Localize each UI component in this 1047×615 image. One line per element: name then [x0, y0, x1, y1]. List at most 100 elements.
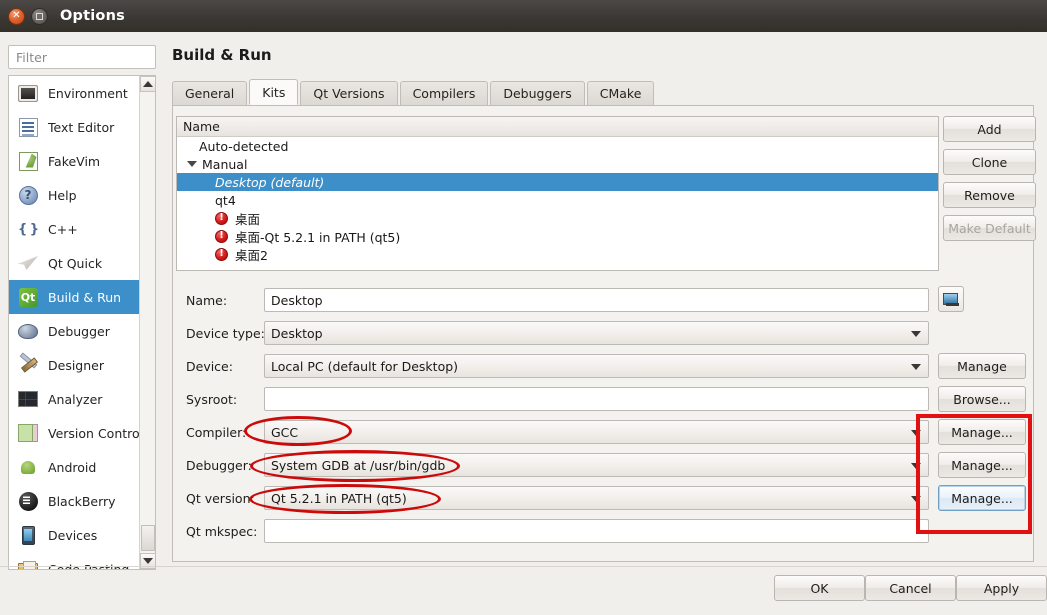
- sidebar-item-devices[interactable]: Devices: [9, 518, 140, 552]
- tab-cmake[interactable]: CMake: [586, 81, 655, 105]
- window-controls: ✕: [8, 7, 48, 25]
- kit-list-header: Name: [177, 117, 938, 137]
- form-field-value: System GDB at /usr/bin/gdb: [271, 457, 446, 473]
- tab-compilers[interactable]: Compilers: [399, 81, 489, 105]
- sidebar-item-label: Help: [48, 187, 77, 203]
- kit-list[interactable]: Name Auto-detected Manual Desktop (default…: [176, 116, 939, 271]
- sidebar-item-blackberry[interactable]: BlackBerry: [9, 484, 140, 518]
- tab-bar: General Kits Qt Versions Compilers Debuggers…: [172, 79, 1034, 106]
- sidebar-item-debugger[interactable]: Debugger: [9, 314, 140, 348]
- sidebar-scrollbar[interactable]: [139, 76, 155, 569]
- form-text-input[interactable]: Desktop: [264, 288, 929, 312]
- chevron-down-icon[interactable]: [187, 161, 197, 167]
- sidebar-item-label: Devices: [48, 527, 98, 543]
- chevron-down-icon[interactable]: [911, 364, 921, 370]
- device-settings-button[interactable]: [938, 286, 964, 312]
- tab-general[interactable]: General: [172, 81, 248, 105]
- sidebar-item-label: FakeVim: [48, 153, 101, 169]
- form-label: Device:: [186, 359, 233, 374]
- sidebar-item-analyzer[interactable]: Analyzer: [9, 382, 140, 416]
- form-combobox[interactable]: System GDB at /usr/bin/gdb: [264, 453, 929, 477]
- manage-button[interactable]: Manage: [938, 353, 1026, 379]
- sidebar-item-label: Analyzer: [48, 391, 103, 407]
- category-list: Environment Text Editor FakeVim? Help { } C++…: [9, 76, 143, 569]
- form-text-input[interactable]: [264, 519, 929, 543]
- sidebar-item-label: Designer: [48, 357, 104, 373]
- kit-list-row-label: 桌面: [235, 211, 261, 227]
- remove-button[interactable]: Remove: [943, 182, 1036, 208]
- sidebar-item-help[interactable]: ? Help: [9, 178, 140, 212]
- kit-list-row[interactable]: ! 桌面: [177, 209, 938, 227]
- form-row: Qt version: Qt 5.2.1 in PATH (qt5) Manage.…: [176, 484, 1032, 517]
- fakevim-icon: [17, 150, 39, 172]
- sidebar-item-label: Text Editor: [48, 119, 115, 135]
- kit-list-row[interactable]: Desktop (default): [177, 173, 938, 191]
- kit-list-row[interactable]: Manual: [177, 155, 938, 173]
- sidebar-item-qt-quick[interactable]: Qt Quick: [9, 246, 140, 280]
- form-combobox[interactable]: Desktop: [264, 321, 929, 345]
- close-icon[interactable]: ✕: [8, 7, 25, 25]
- sidebar-item-text-editor[interactable]: Text Editor: [9, 110, 140, 144]
- sidebar-item-environment[interactable]: Environment: [9, 76, 140, 110]
- kit-list-row-label: 桌面2: [235, 247, 268, 263]
- tab-debuggers[interactable]: Debuggers: [490, 81, 585, 105]
- sidebar-item-build-run[interactable]: Qt Build & Run: [9, 280, 140, 314]
- form-text-input[interactable]: [264, 387, 929, 411]
- form-row: Debugger: System GDB at /usr/bin/gdb Manag…: [176, 451, 1032, 484]
- kit-list-row[interactable]: qt4: [177, 191, 938, 209]
- form-field-value: Desktop: [271, 292, 323, 308]
- add-button[interactable]: Add: [943, 116, 1036, 142]
- manage-button[interactable]: Manage...: [938, 419, 1026, 445]
- kit-list-row[interactable]: ! 桌面2: [177, 245, 938, 263]
- sidebar-item-fakevim[interactable]: FakeVim: [9, 144, 140, 178]
- page-title: Build & Run: [172, 46, 272, 64]
- kit-list-body: Auto-detected Manual Desktop (default) qt4!…: [177, 137, 938, 263]
- qt-quick-icon: [17, 252, 39, 274]
- maximize-icon[interactable]: [31, 7, 48, 25]
- form-combobox[interactable]: Qt 5.2.1 in PATH (qt5): [264, 486, 929, 510]
- filter-input[interactable]: Filter: [8, 45, 156, 69]
- sidebar-item-designer[interactable]: Designer: [9, 348, 140, 382]
- options-dialog: ✕ Options Filter Environment Text Editor F…: [0, 0, 1047, 615]
- clone-button[interactable]: Clone: [943, 149, 1036, 175]
- chevron-down-icon[interactable]: [911, 463, 921, 469]
- sidebar-item-label: Qt Quick: [48, 255, 103, 271]
- ok-button[interactable]: OK: [774, 575, 865, 601]
- environment-icon: [17, 82, 39, 104]
- chevron-down-icon[interactable]: [911, 430, 921, 436]
- kit-list-row-label: qt4: [215, 192, 236, 208]
- form-row: Name: Desktop: [176, 286, 1032, 319]
- sidebar-item-label: Build & Run: [48, 289, 122, 305]
- help-icon: ?: [17, 184, 39, 206]
- scrollbar-thumb[interactable]: [141, 525, 155, 551]
- apply-button[interactable]: Apply: [956, 575, 1047, 601]
- sidebar-item-code-pasting[interactable]: Code Pasting: [9, 552, 140, 569]
- form-row: Device: Local PC (default for Desktop) Man…: [176, 352, 1032, 385]
- browse-button[interactable]: Browse...: [938, 386, 1026, 412]
- kit-list-row-label: Manual: [202, 156, 248, 172]
- category-sidebar[interactable]: Environment Text Editor FakeVim? Help { } C++…: [8, 75, 156, 570]
- cancel-button[interactable]: Cancel: [865, 575, 956, 601]
- chevron-down-icon[interactable]: [911, 331, 921, 337]
- form-combobox[interactable]: GCC: [264, 420, 929, 444]
- tab-kits[interactable]: Kits: [249, 79, 299, 105]
- sidebar-item-label: Android: [48, 459, 97, 475]
- sidebar-item-label: Environment: [48, 85, 128, 101]
- blackberry-icon: [17, 490, 39, 512]
- kit-list-row[interactable]: Auto-detected: [177, 137, 938, 155]
- sidebar-item-version-control[interactable]: Version Control: [9, 416, 143, 450]
- sidebar-item-android[interactable]: Android: [9, 450, 140, 484]
- analyzer-icon: [17, 388, 39, 410]
- kit-list-row[interactable]: ! 桌面-Qt 5.2.1 in PATH (qt5): [177, 227, 938, 245]
- sidebar-item-c[interactable]: { } C++: [9, 212, 140, 246]
- devices-icon: [17, 524, 39, 546]
- scroll-up-icon[interactable]: [140, 76, 155, 92]
- manage-button[interactable]: Manage...: [938, 485, 1026, 511]
- manage-button[interactable]: Manage...: [938, 452, 1026, 478]
- form-row: Compiler: GCC Manage...: [176, 418, 1032, 451]
- form-combobox[interactable]: Local PC (default for Desktop): [264, 354, 929, 378]
- error-icon: !: [215, 247, 228, 261]
- chevron-down-icon[interactable]: [911, 496, 921, 502]
- form-field-value: Local PC (default for Desktop): [271, 358, 459, 374]
- tab-qt-versions[interactable]: Qt Versions: [300, 81, 398, 105]
